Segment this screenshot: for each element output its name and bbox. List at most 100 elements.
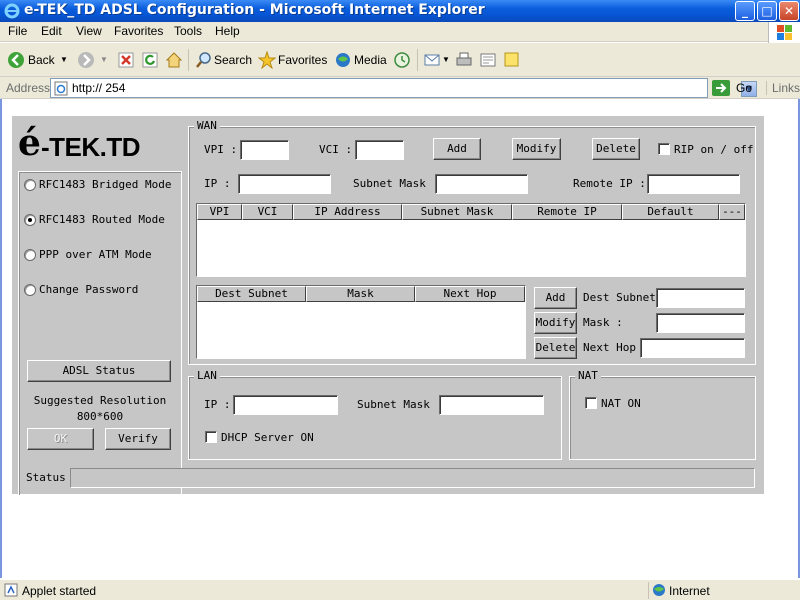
nat-title: NAT <box>575 369 601 382</box>
history-icon[interactable] <box>393 51 411 69</box>
vpi-input[interactable] <box>240 140 289 160</box>
search-button[interactable]: Search <box>214 50 252 70</box>
refresh-icon[interactable] <box>141 51 159 69</box>
close-button[interactable]: ✕ <box>779 1 799 21</box>
address-input[interactable]: http:// 254 ▼ <box>50 78 757 98</box>
back-icon[interactable] <box>7 51 25 69</box>
home-icon[interactable] <box>165 51 183 69</box>
menu-view[interactable]: View <box>76 24 102 38</box>
col-extra[interactable]: --- <box>719 204 745 220</box>
wan-subnet-input[interactable] <box>435 174 528 194</box>
maximize-button[interactable]: □ <box>757 1 777 21</box>
route-modify-button[interactable]: Modify <box>534 312 577 334</box>
dhcp-checkbox[interactable] <box>205 431 217 443</box>
toolbar-separator <box>188 49 189 71</box>
lan-ip-label: IP : <box>204 398 231 411</box>
links-button[interactable]: Links <box>766 81 800 95</box>
back-button[interactable]: Back <box>28 50 55 70</box>
menu-file[interactable]: File <box>8 24 27 38</box>
ok-button[interactable]: OK <box>27 428 94 450</box>
go-label: Go <box>736 81 753 95</box>
wan-ip-label: IP : <box>204 177 231 190</box>
mask-label: Mask : <box>583 316 623 329</box>
rip-checkbox[interactable] <box>658 143 670 155</box>
col-ip-address[interactable]: IP Address <box>293 204 402 220</box>
media-icon[interactable] <box>334 51 352 69</box>
lan-ip-input[interactable] <box>233 395 338 415</box>
dest-subnet-label: Dest Subnet <box>583 291 656 304</box>
status-message: Applet started <box>22 584 97 598</box>
radio-routed-mode[interactable] <box>24 214 36 226</box>
mail-icon[interactable] <box>424 51 442 69</box>
print-icon[interactable] <box>455 51 473 69</box>
search-icon[interactable] <box>195 51 213 69</box>
menu-tools[interactable]: Tools <box>174 24 202 38</box>
favorites-button[interactable]: Favorites <box>278 50 327 70</box>
mode-panel: RFC1483 Bridged Mode RFC1483 Routed Mode… <box>18 171 182 496</box>
forward-icon[interactable] <box>77 51 95 69</box>
lan-title: LAN <box>194 369 220 382</box>
dest-subnet-input[interactable] <box>656 288 745 308</box>
lan-subnet-label: Subnet Mask : <box>357 398 444 411</box>
back-dropdown-icon[interactable]: ▼ <box>60 50 68 70</box>
applet-status-field <box>70 468 755 488</box>
radio-pppoa-mode[interactable] <box>24 249 36 261</box>
route-table-header: Dest Subnet Mask Next Hop <box>197 286 525 302</box>
route-add-button[interactable]: Add <box>534 287 577 309</box>
media-button[interactable]: Media <box>354 50 387 70</box>
vci-label: VCI : <box>319 143 353 156</box>
title-bar: e-TEK_TD ADSL Configuration - Microsoft … <box>0 0 800 22</box>
suggested-resolution-label: Suggested Resolution <box>33 394 167 407</box>
label-routed-mode: RFC1483 Routed Mode <box>39 213 165 226</box>
forward-dropdown-icon[interactable]: ▼ <box>100 50 108 70</box>
col-subnet-mask[interactable]: Subnet Mask <box>402 204 512 220</box>
col-vpi[interactable]: VPI <box>197 204 242 220</box>
wan-add-button[interactable]: Add <box>433 138 481 160</box>
page-icon <box>54 81 68 96</box>
nat-checkbox[interactable] <box>585 397 597 409</box>
wan-modify-button[interactable]: Modify <box>512 138 561 160</box>
menu-help[interactable]: Help <box>215 24 240 38</box>
globe-icon <box>653 584 665 596</box>
route-delete-button[interactable]: Delete <box>534 337 577 359</box>
col-vci[interactable]: VCI <box>242 204 293 220</box>
mask-input[interactable] <box>656 313 745 333</box>
col-next-hop[interactable]: Next Hop <box>415 286 525 302</box>
radio-change-password[interactable] <box>24 284 36 296</box>
applet-status-label: Status <box>26 471 66 484</box>
toolbar-separator <box>417 49 418 71</box>
logo-text: -TEK.TD <box>41 132 141 162</box>
wan-connection-table[interactable]: VPI VCI IP Address Subnet Mask Remote IP… <box>196 203 746 277</box>
nat-panel <box>569 376 756 460</box>
favorites-star-icon[interactable] <box>258 51 276 69</box>
stop-icon[interactable] <box>117 51 135 69</box>
mail-dropdown-icon[interactable]: ▼ <box>442 50 450 70</box>
col-mask[interactable]: Mask <box>306 286 415 302</box>
vci-input[interactable] <box>355 140 404 160</box>
wan-ip-input[interactable] <box>238 174 331 194</box>
address-bar: Address http:// 254 ▼ Go Links <box>0 77 800 99</box>
next-hop-input[interactable] <box>640 338 745 358</box>
route-table[interactable]: Dest Subnet Mask Next Hop <box>196 285 526 359</box>
wan-table-header: VPI VCI IP Address Subnet Mask Remote IP… <box>197 204 745 220</box>
menu-bar: File Edit View Favorites Tools Help <box>0 22 800 42</box>
adsl-status-button[interactable]: ADSL Status <box>27 360 171 382</box>
col-remote-ip[interactable]: Remote IP <box>512 204 622 220</box>
col-dest-subnet[interactable]: Dest Subnet <box>197 286 306 302</box>
internet-explorer-icon <box>4 3 20 19</box>
address-label: Address <box>6 81 51 95</box>
lan-subnet-input[interactable] <box>439 395 544 415</box>
wan-delete-button[interactable]: Delete <box>592 138 640 160</box>
security-zone: Internet <box>648 582 798 599</box>
minimize-button[interactable]: _ <box>735 1 755 21</box>
edit-icon[interactable] <box>479 51 497 69</box>
browser-status-bar: Applet started Internet <box>0 579 800 600</box>
messenger-icon[interactable] <box>503 51 521 69</box>
col-default-gateway[interactable]: Default Gateway <box>622 204 719 220</box>
toolbar: Back ▼ ▼ Search Favorites Media ▼ <box>0 43 800 77</box>
radio-bridged-mode[interactable] <box>24 179 36 191</box>
menu-favorites[interactable]: Favorites <box>114 24 163 38</box>
menu-edit[interactable]: Edit <box>41 24 62 38</box>
verify-button[interactable]: Verify <box>105 428 171 450</box>
remote-ip-input[interactable] <box>647 174 740 194</box>
